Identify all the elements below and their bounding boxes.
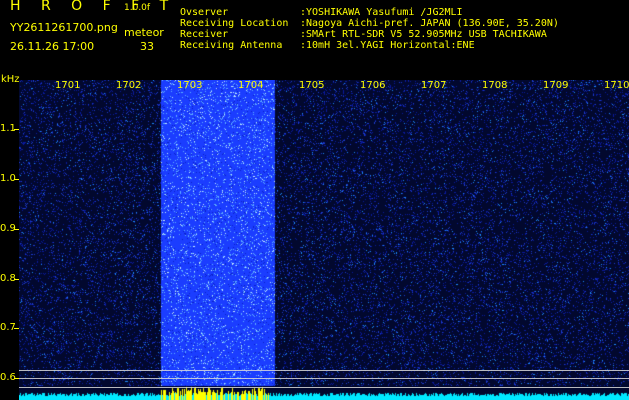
spectrogram-canvas bbox=[19, 80, 629, 400]
spectrogram bbox=[19, 80, 629, 400]
x-tick-label: 1708 bbox=[482, 80, 508, 91]
info-value: :10mH 3el.YAGI Horizontal:ENE bbox=[300, 40, 475, 51]
threshold-line bbox=[19, 378, 629, 379]
x-tick-label: 1701 bbox=[55, 80, 81, 91]
info-value: :YOSHIKAWA Yasufumi /JG2MLI bbox=[300, 7, 463, 18]
x-tick-label: 1707 bbox=[421, 80, 447, 91]
threshold-line bbox=[19, 387, 629, 388]
info-key: Receiving Location bbox=[180, 18, 289, 29]
y-tick-mark bbox=[14, 129, 19, 130]
x-tick-label: 1710 bbox=[604, 80, 629, 91]
y-tick-mark bbox=[14, 279, 19, 280]
app-brand: H R O F F T bbox=[10, 0, 177, 14]
meteor-count: 33 bbox=[140, 40, 154, 53]
y-axis-unit: kHz bbox=[1, 74, 20, 85]
info-row-location: Receiving Location :Nagoya Aichi-pref. JA… bbox=[180, 18, 559, 29]
station-info: Ovserver :YOSHIKAWA Yasufumi /JG2MLI Rece… bbox=[180, 7, 559, 51]
y-tick-mark bbox=[14, 179, 19, 180]
info-key: Receiver bbox=[180, 29, 229, 40]
info-key: Ovserver bbox=[180, 7, 229, 18]
x-tick-label: 1709 bbox=[543, 80, 569, 91]
filename-label: YY2611261700.png bbox=[10, 21, 118, 34]
x-tick-label: 1704 bbox=[238, 80, 264, 91]
x-tick-label: 1706 bbox=[360, 80, 386, 91]
info-value: :Nagoya Aichi-pref. JAPAN (136.90E, 35.2… bbox=[300, 18, 559, 29]
meteor-label: meteor bbox=[124, 26, 164, 39]
y-tick-mark bbox=[14, 328, 19, 329]
x-tick-label: 1703 bbox=[177, 80, 203, 91]
datetime-label: 26.11.26 17:00 bbox=[10, 40, 95, 53]
y-tick-mark bbox=[14, 229, 19, 230]
info-row-receiver: Receiver :SMArt RTL-SDR V5 52.905MHz USB … bbox=[180, 29, 559, 40]
x-tick-label: 1705 bbox=[299, 80, 325, 91]
info-value: :SMArt RTL-SDR V5 52.905MHz USB TACHIKAW… bbox=[300, 29, 547, 40]
info-key: Receiving Antenna bbox=[180, 40, 283, 51]
x-tick-label: 1702 bbox=[116, 80, 142, 91]
version-label: 1.0.0f bbox=[124, 3, 151, 13]
info-row-observer: Ovserver :YOSHIKAWA Yasufumi /JG2MLI bbox=[180, 7, 559, 18]
threshold-line bbox=[19, 370, 629, 371]
info-row-antenna: Receiving Antenna :10mH 3el.YAGI Horizont… bbox=[180, 40, 559, 51]
